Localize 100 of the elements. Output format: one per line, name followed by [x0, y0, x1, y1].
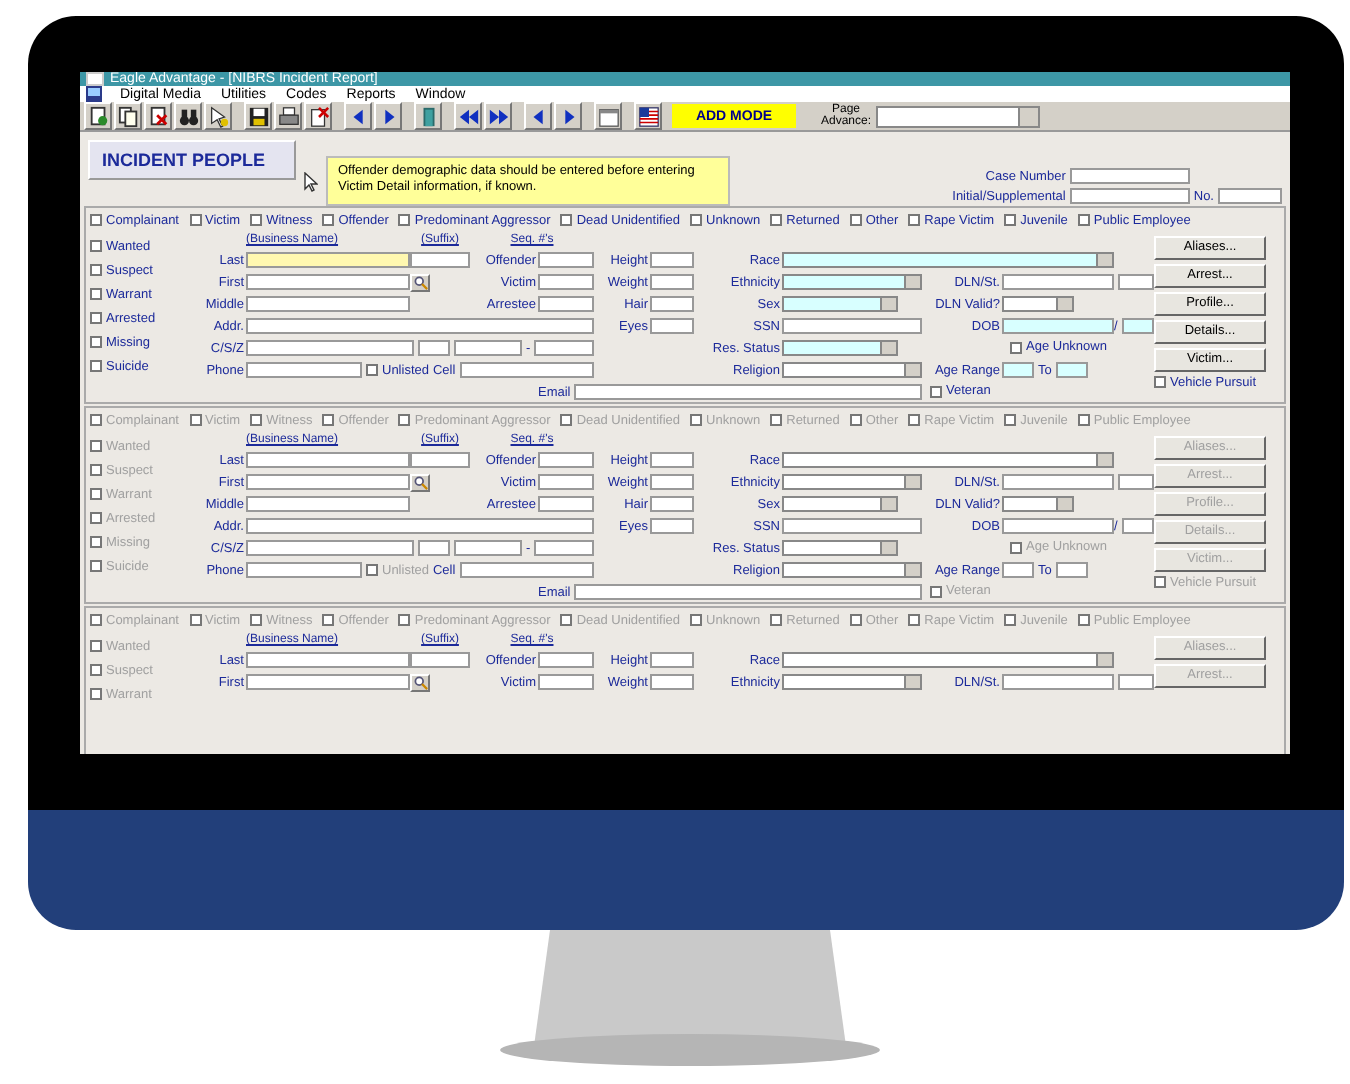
dropdown-field[interactable] — [782, 674, 922, 691]
text-field[interactable] — [538, 652, 594, 669]
checkbox[interactable] — [690, 414, 703, 427]
checkbox[interactable] — [366, 364, 378, 377]
text-field[interactable] — [246, 562, 362, 579]
dropdown-field[interactable] — [782, 274, 922, 291]
dropdown-field[interactable] — [782, 362, 922, 379]
checkbox[interactable] — [250, 214, 263, 227]
dropdown-field[interactable] — [782, 474, 922, 491]
checkbox[interactable] — [90, 414, 102, 427]
text-field[interactable] — [418, 540, 450, 557]
lookup-button[interactable] — [410, 473, 430, 492]
text-field[interactable] — [538, 296, 594, 313]
text-field[interactable] — [538, 474, 594, 491]
text-field[interactable] — [1002, 674, 1114, 691]
dropdown-field[interactable] — [1002, 296, 1074, 313]
checkbox[interactable] — [849, 614, 862, 627]
toolbar-button[interactable] — [414, 102, 442, 130]
lookup-button[interactable] — [410, 673, 430, 692]
text-field[interactable] — [1055, 562, 1088, 579]
checkbox[interactable] — [90, 464, 102, 477]
checkbox[interactable] — [770, 414, 783, 427]
text-field[interactable] — [1218, 188, 1282, 204]
checkbox[interactable] — [90, 312, 102, 325]
checkbox[interactable] — [90, 240, 102, 253]
text-field[interactable] — [418, 340, 450, 357]
text-field[interactable] — [1121, 318, 1154, 335]
toolbar-button[interactable] — [374, 102, 402, 130]
text-field[interactable] — [1002, 274, 1114, 291]
text-field[interactable] — [1118, 674, 1154, 691]
app-icon[interactable] — [86, 86, 102, 102]
checkbox[interactable] — [849, 214, 862, 227]
checkbox[interactable] — [90, 640, 102, 653]
text-field[interactable] — [538, 452, 594, 469]
text-field[interactable] — [650, 674, 694, 691]
dropdown-field[interactable] — [782, 252, 1114, 269]
toolbar-button[interactable] — [84, 102, 112, 130]
toolbar-button[interactable] — [634, 102, 662, 130]
toolbar-button[interactable] — [304, 102, 332, 130]
text-field[interactable] — [1118, 274, 1154, 291]
checkbox[interactable] — [398, 214, 411, 227]
checkbox[interactable] — [908, 614, 921, 627]
checkbox[interactable] — [189, 614, 201, 627]
text-field[interactable] — [410, 252, 470, 269]
text-field[interactable] — [574, 584, 922, 601]
checkbox[interactable] — [398, 614, 411, 627]
toolbar-button[interactable] — [524, 102, 552, 130]
checkbox[interactable] — [908, 414, 921, 427]
text-field[interactable] — [459, 362, 594, 379]
dropdown-field[interactable] — [782, 496, 898, 513]
checkbox[interactable] — [1004, 614, 1017, 627]
checkbox[interactable] — [930, 385, 942, 398]
text-field[interactable] — [650, 518, 694, 535]
toolbar-button[interactable] — [174, 102, 202, 130]
checkbox[interactable] — [322, 614, 335, 627]
text-field[interactable] — [246, 474, 410, 491]
toolbar-button[interactable] — [144, 102, 172, 130]
text-field[interactable] — [574, 384, 922, 401]
checkbox[interactable] — [250, 414, 263, 427]
text-field[interactable] — [650, 452, 694, 469]
toolbar-button[interactable] — [554, 102, 582, 130]
text-field[interactable] — [650, 274, 694, 291]
text-field[interactable] — [246, 452, 410, 469]
text-field[interactable] — [246, 296, 410, 313]
checkbox[interactable] — [690, 214, 703, 227]
text-field[interactable] — [1069, 188, 1190, 204]
text-field[interactable] — [246, 252, 410, 269]
text-field[interactable] — [246, 274, 410, 291]
lookup-button[interactable] — [410, 273, 430, 292]
checkbox[interactable] — [189, 414, 201, 427]
text-field[interactable] — [782, 518, 922, 535]
toolbar-button[interactable] — [274, 102, 302, 130]
text-field[interactable] — [246, 652, 410, 669]
checkbox[interactable] — [90, 560, 102, 573]
text-field[interactable] — [246, 362, 362, 379]
toolbar-button[interactable] — [454, 102, 482, 130]
checkbox[interactable] — [1154, 576, 1166, 589]
toolbar-button[interactable] — [484, 102, 512, 130]
checkbox[interactable] — [90, 360, 102, 373]
checkbox[interactable] — [322, 214, 335, 227]
checkbox[interactable] — [90, 264, 102, 277]
dropdown-field[interactable] — [782, 452, 1114, 469]
text-field[interactable] — [1002, 562, 1034, 579]
dropdown-field[interactable] — [1002, 496, 1074, 513]
text-field[interactable] — [538, 252, 594, 269]
text-field[interactable] — [538, 274, 594, 291]
checkbox[interactable] — [1154, 376, 1166, 389]
text-field[interactable] — [650, 252, 694, 269]
text-field[interactable] — [1002, 474, 1114, 491]
checkbox[interactable] — [930, 585, 942, 598]
text-field[interactable] — [410, 652, 470, 669]
checkbox[interactable] — [1004, 414, 1017, 427]
checkbox[interactable] — [90, 688, 102, 701]
checkbox[interactable] — [849, 414, 862, 427]
checkbox[interactable] — [1010, 541, 1022, 554]
text-field[interactable] — [1118, 474, 1154, 491]
text-field[interactable] — [246, 496, 410, 513]
checkbox[interactable] — [90, 440, 102, 453]
checkbox[interactable] — [1004, 214, 1017, 227]
text-field[interactable] — [1069, 168, 1190, 184]
